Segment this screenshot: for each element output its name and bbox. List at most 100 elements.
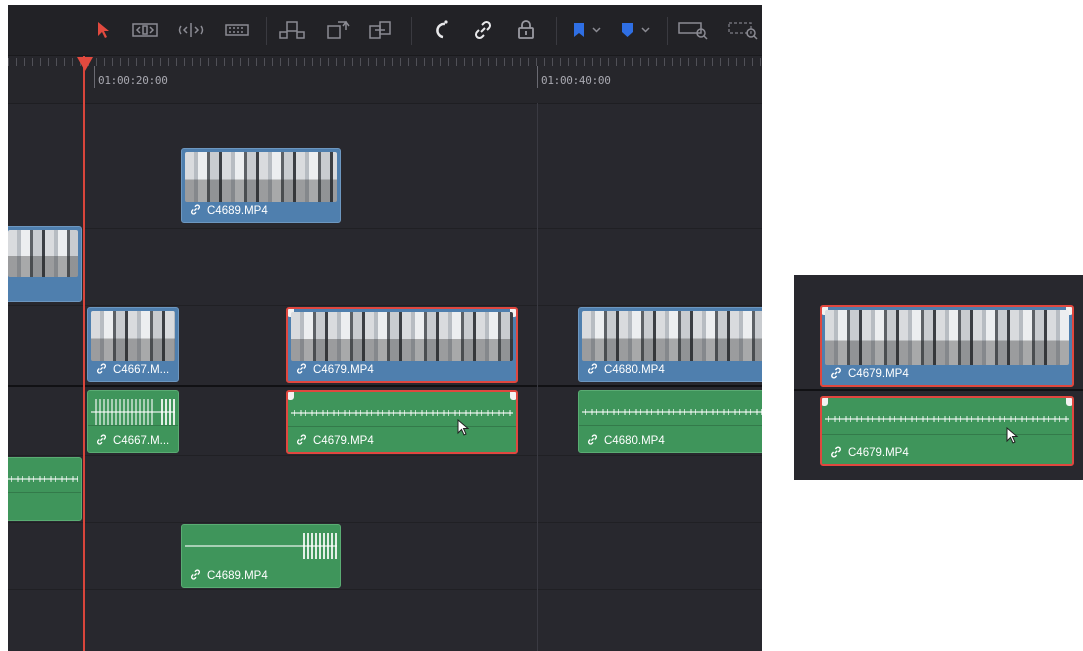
clip-label: C4679.MP4: [830, 366, 909, 382]
audio-channel-divider: [822, 434, 1072, 435]
clip-name: C4680.MP4: [604, 364, 665, 376]
audio-track-3: [8, 522, 762, 590]
video-clip-c4680[interactable]: C4680.MP4: [578, 307, 762, 382]
audio-clip-c4680[interactable]: C4680.MP4: [578, 390, 762, 453]
toolbar-separator: [556, 17, 557, 45]
clip-name: C4679.MP4: [848, 447, 909, 459]
ruler-ticks: [8, 58, 762, 66]
inset-video-clip-c4679[interactable]: C4679.MP4: [820, 305, 1074, 387]
video-clip-c4679-selected[interactable]: C4679.MP4: [286, 307, 518, 383]
clip-name: C4679.MP4: [848, 368, 909, 380]
trim-handle-left[interactable]: [822, 398, 828, 406]
clip-thumbnail: [582, 311, 762, 361]
clip-name: C4689.MP4: [207, 570, 268, 582]
clip-label: C4679.MP4: [296, 433, 374, 449]
flag-icon[interactable]: [569, 18, 607, 42]
timeline-gridline: [537, 103, 538, 651]
link-icon: [587, 363, 598, 377]
clip-name: C4679.MP4: [313, 364, 374, 376]
audio-clip-c4689[interactable]: C4689.MP4: [181, 524, 341, 588]
timeline-panel: 01:00:20:00 01:00:40:00 C4689.MP4 C4667.…: [8, 5, 762, 651]
link-icon: [190, 204, 201, 218]
clip-name: C4680.MP4: [604, 435, 665, 447]
lock-icon[interactable]: [514, 18, 538, 42]
mouse-cursor-icon: [457, 419, 470, 436]
clip-label: C4667.M...: [96, 362, 169, 378]
clip-label: C4667.M...: [96, 433, 169, 449]
video-audio-divider: [8, 385, 762, 387]
trim-handle-left[interactable]: [288, 392, 294, 400]
audio-waveform: [582, 399, 762, 425]
audio-channel-divider: [579, 425, 762, 426]
audio-clip-c4667[interactable]: C4667.M...: [87, 390, 179, 453]
trim-icon[interactable]: [131, 18, 159, 42]
inset-audio-clip-c4679[interactable]: C4679.MP4: [820, 396, 1074, 466]
clip-thumbnail: [185, 152, 337, 202]
audio-waveform: [91, 399, 177, 425]
playhead[interactable]: [83, 56, 85, 651]
clip-label: C4679.MP4: [296, 362, 374, 378]
clip-label: C4679.MP4: [830, 445, 909, 461]
timecode-label: 01:00:40:00: [541, 74, 611, 87]
magnet-icon[interactable]: [429, 18, 453, 42]
link-icon[interactable]: [471, 18, 495, 42]
link-icon: [190, 569, 201, 583]
clip-thumbnail: [291, 312, 513, 361]
clip-name: C4689.MP4: [207, 205, 268, 217]
trim-handle-right[interactable]: [510, 392, 516, 400]
link-icon: [96, 363, 107, 377]
marker-icon[interactable]: [616, 18, 656, 42]
link-icon: [587, 434, 598, 448]
link-icon: [296, 363, 307, 377]
clip-name: C4679.MP4: [313, 435, 374, 447]
timeline-toolbar: [8, 5, 762, 56]
link-icon: [96, 434, 107, 448]
clip-thumbnail: [8, 230, 78, 277]
audio-channel-divider: [8, 492, 81, 493]
dynamic-trim-icon[interactable]: [176, 18, 206, 42]
link-icon: [830, 446, 842, 461]
mouse-cursor-icon: [1006, 427, 1019, 444]
audio-track-2: [8, 455, 762, 523]
clip-label: C4689.MP4: [190, 203, 268, 219]
ruler-major-tick: [94, 66, 95, 88]
audio-waveform: [825, 406, 1069, 432]
clip-thumbnail: [825, 310, 1069, 365]
zoom-full-icon[interactable]: [676, 18, 710, 42]
arrow-pointer-icon[interactable]: [92, 18, 114, 42]
clip-name: C4667.M...: [113, 435, 170, 447]
clip-label: C4680.MP4: [587, 362, 665, 378]
insert-clip-icon[interactable]: [278, 18, 306, 42]
toolbar-separator: [266, 17, 267, 45]
audio-waveform: [8, 466, 78, 492]
video-clip-offscreen[interactable]: [8, 226, 82, 302]
replace-clip-icon[interactable]: [366, 18, 396, 42]
toolbar-separator: [411, 17, 412, 45]
video-audio-divider: [794, 389, 1083, 391]
zoom-detail-icon[interactable]: [726, 18, 760, 42]
audio-channel-divider: [288, 426, 516, 427]
audio-waveform: [185, 533, 339, 559]
clip-thumbnail: [91, 311, 175, 361]
link-icon: [830, 367, 842, 382]
zoomed-inset-panel: C4679.MP4 C4679.MP4: [794, 275, 1083, 480]
audio-clip-offscreen[interactable]: [8, 457, 82, 521]
clip-label: C4689.MP4: [190, 568, 268, 584]
overwrite-clip-icon[interactable]: [324, 18, 352, 42]
timecode-label: 01:00:20:00: [98, 74, 168, 87]
video-track-2: [8, 228, 762, 306]
link-icon: [296, 434, 307, 448]
toolbar-separator: [667, 17, 668, 45]
trim-handle-right[interactable]: [1066, 398, 1072, 406]
audio-clip-c4679-selected[interactable]: C4679.MP4: [286, 390, 518, 454]
clip-label: C4680.MP4: [587, 433, 665, 449]
video-clip-c4689[interactable]: C4689.MP4: [181, 148, 341, 223]
video-clip-c4667[interactable]: C4667.M...: [87, 307, 179, 382]
video-track-3: [8, 103, 762, 229]
playhead-handle[interactable]: [77, 57, 93, 71]
blade-icon[interactable]: [224, 18, 250, 42]
audio-channel-divider: [88, 425, 178, 426]
clip-name: C4667.M...: [113, 364, 170, 376]
timecode-ruler[interactable]: 01:00:20:00 01:00:40:00: [8, 56, 762, 104]
audio-waveform: [291, 400, 513, 426]
